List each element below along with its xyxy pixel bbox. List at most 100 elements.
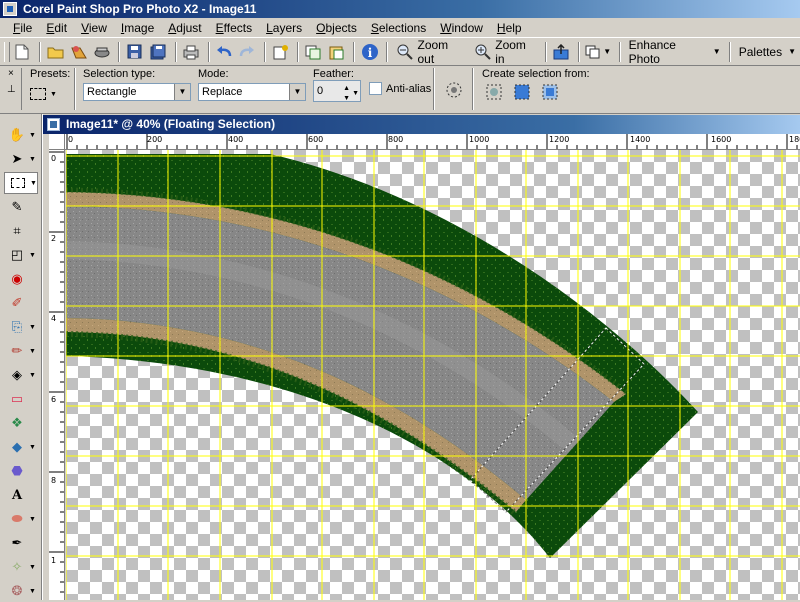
- chevron-down-icon: ▼: [289, 84, 305, 100]
- paste-icon[interactable]: [326, 41, 347, 63]
- horizontal-ruler[interactable]: 0 200 400 600 800 1000 1200 1400 1600 18…: [65, 134, 800, 150]
- menu-adjust[interactable]: Adjust: [161, 18, 208, 38]
- menu-window[interactable]: Window: [433, 18, 490, 38]
- toolbar-separator: [118, 41, 121, 62]
- copy-icon[interactable]: [303, 41, 324, 63]
- redo-icon[interactable]: [237, 41, 258, 63]
- vruler-label: 6: [51, 395, 57, 404]
- presets-dropdown[interactable]: ▼: [30, 84, 64, 104]
- hruler-label: 1200: [549, 135, 570, 144]
- document-icon: [47, 118, 60, 131]
- enhance-photo-label: Enhance Photo: [628, 37, 676, 66]
- chevron-down-icon[interactable]: ▼: [352, 86, 359, 102]
- hruler-label: 180: [789, 135, 800, 144]
- paint-brush-tool[interactable]: ✏ ▼: [4, 340, 38, 362]
- pick-tool[interactable]: ➤ ▼: [4, 148, 38, 170]
- feather-stepper[interactable]: 0 ▲ ▼ ▼: [313, 80, 361, 102]
- options-separator: [472, 68, 474, 110]
- chevron-down-icon: ▼: [29, 587, 36, 595]
- menu-selections[interactable]: Selections: [364, 18, 433, 38]
- clone-tool[interactable]: ⎘ ▼: [4, 316, 38, 338]
- background-eraser-tool[interactable]: ❂ ▼: [4, 580, 38, 602]
- browse-icon[interactable]: [68, 41, 89, 63]
- close-icon[interactable]: ×: [8, 68, 14, 79]
- antialias-checkbox-box[interactable]: [369, 82, 382, 95]
- hruler-label: 0: [68, 135, 74, 144]
- menu-edit[interactable]: Edit: [39, 18, 74, 38]
- document-title-bar[interactable]: Image11* @ 40% (Floating Selection): [43, 115, 800, 134]
- straighten-tool[interactable]: ◰ ▼: [4, 244, 38, 266]
- selection-tool[interactable]: ▼: [4, 172, 38, 194]
- selection-type-select[interactable]: Rectangle ▼: [83, 83, 191, 101]
- vruler-label: 4: [51, 314, 57, 323]
- vertical-ruler-ticks: [49, 151, 64, 593]
- hruler-label: 200: [147, 135, 163, 144]
- chevron-down-icon: ▼: [712, 47, 721, 56]
- flood-fill-tool[interactable]: ◆ ▼: [4, 436, 38, 458]
- vertical-ruler[interactable]: 0 2 4 6 8 1: [49, 150, 65, 600]
- ellipse-shape-icon: ⬬: [11, 511, 23, 526]
- makeover-icon: ✐: [11, 295, 23, 310]
- image-canvas[interactable]: [66, 150, 800, 600]
- enhance-photo-button[interactable]: Enhance Photo ▼: [625, 37, 725, 66]
- crop-tool[interactable]: ⌗: [4, 220, 38, 242]
- menu-file[interactable]: File: [6, 18, 39, 38]
- paste-new-icon[interactable]: [270, 41, 291, 63]
- text-tool[interactable]: A: [4, 484, 38, 506]
- eraser-tool[interactable]: ▭: [4, 388, 38, 410]
- svg-text:i: i: [367, 46, 372, 60]
- menu-objects[interactable]: Objects: [309, 18, 364, 38]
- vruler-label: 2: [51, 234, 57, 243]
- warp-brush-icon: ✧: [11, 559, 23, 574]
- dropper-tool[interactable]: ✎: [4, 196, 38, 218]
- menu-view[interactable]: View: [74, 18, 114, 38]
- select-all-button[interactable]: [444, 80, 464, 100]
- save-icon[interactable]: [124, 41, 145, 63]
- toolbar-separator: [544, 41, 547, 62]
- zoom-in-button[interactable]: Zoom in: [470, 38, 541, 66]
- save-as-icon[interactable]: [147, 41, 168, 63]
- red-eye-tool[interactable]: ◉: [4, 268, 38, 290]
- vruler-label: 1: [51, 556, 57, 565]
- print-icon[interactable]: [181, 41, 202, 63]
- picture-tube-icon: ❖: [11, 415, 23, 430]
- pan-tool[interactable]: ✋ ▼: [4, 124, 38, 146]
- zoom-out-button[interactable]: Zoom out: [392, 38, 470, 66]
- mode-select[interactable]: Replace ▼: [198, 83, 306, 101]
- toolbar-grip[interactable]: [4, 41, 10, 62]
- color-changer-tool[interactable]: ⬣: [4, 460, 38, 482]
- toolbar-separator: [577, 41, 580, 62]
- picture-tube-tool[interactable]: ❖: [4, 412, 38, 434]
- ruler-corner: [49, 134, 65, 150]
- lighten-darken-icon: ◈: [12, 367, 22, 382]
- layout-icon[interactable]: ▼: [584, 41, 613, 63]
- selection-from-layer-button[interactable]: [484, 82, 504, 102]
- pin-icon[interactable]: ⊥: [7, 84, 16, 95]
- pen-tool[interactable]: ✒: [4, 532, 38, 554]
- road-curve-image: [66, 150, 800, 600]
- new-file-icon[interactable]: [12, 41, 33, 63]
- hruler-label: 1400: [630, 135, 651, 144]
- palettes-button[interactable]: Palettes ▼: [735, 41, 800, 63]
- makeover-tool[interactable]: ✐: [4, 292, 38, 314]
- menu-effects[interactable]: Effects: [209, 18, 259, 38]
- chevron-down-icon: ▼: [29, 371, 36, 379]
- antialias-checkbox[interactable]: Anti-alias: [369, 82, 431, 95]
- app-icon[interactable]: [3, 2, 17, 16]
- share-icon[interactable]: [551, 41, 572, 63]
- selection-from-image-button[interactable]: [540, 82, 560, 102]
- lighten-darken-tool[interactable]: ◈ ▼: [4, 364, 38, 386]
- preset-shape-tool[interactable]: ⬬ ▼: [4, 508, 38, 530]
- info-icon[interactable]: i: [359, 41, 380, 63]
- undo-icon[interactable]: [214, 41, 235, 63]
- selection-from-canvas-button[interactable]: [512, 82, 532, 102]
- spin-down-icon[interactable]: ▼: [343, 91, 350, 107]
- open-folder-icon[interactable]: [45, 41, 66, 63]
- options-grip[interactable]: × ⊥: [2, 68, 22, 110]
- menu-help[interactable]: Help: [490, 18, 529, 38]
- menu-image[interactable]: Image: [114, 18, 161, 38]
- hruler-label: 1000: [469, 135, 490, 144]
- scan-icon[interactable]: [91, 41, 112, 63]
- menu-layers[interactable]: Layers: [259, 18, 309, 38]
- warp-brush-tool[interactable]: ✧ ▼: [4, 556, 38, 578]
